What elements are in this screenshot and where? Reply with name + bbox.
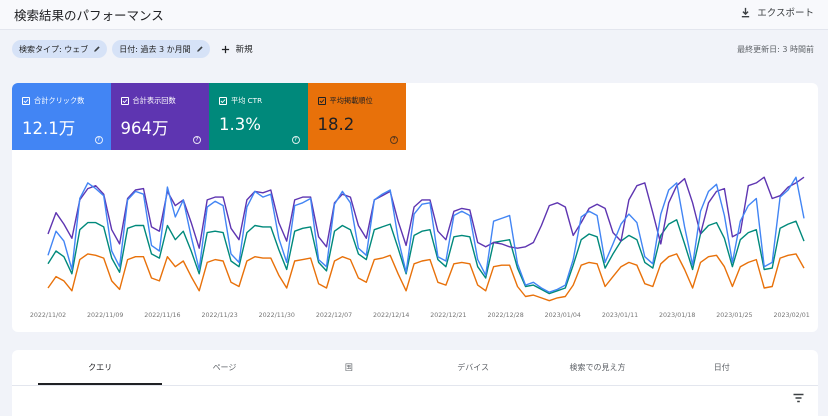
metric-impressions[interactable]: 合計表示回数 964万 ? [110, 83, 209, 150]
checkbox-icon [22, 97, 30, 105]
x-tick-label: 2022/12/07 [316, 312, 352, 319]
x-tick-label: 2023/01/11 [602, 312, 638, 319]
x-tick-label: 2022/11/09 [87, 312, 123, 319]
x-tick-label: 2023/01/04 [545, 312, 581, 319]
metric-value: 964万 [120, 119, 169, 138]
tab-countries[interactable]: 国 [287, 350, 411, 385]
checkbox-icon [219, 97, 227, 105]
tab-search-appearance[interactable]: 検索での見え方 [535, 350, 659, 385]
tab-pages[interactable]: ページ [162, 350, 286, 385]
x-tick-label: 2023/02/01 [773, 312, 809, 319]
tab-dates[interactable]: 日付 [660, 350, 784, 385]
metric-label: 合計表示回数 [132, 96, 176, 105]
checkbox-icon [120, 97, 129, 105]
x-tick-label: 2022/12/21 [430, 312, 466, 319]
metric-label: 平均 CTR [231, 96, 263, 105]
tabs-divider [12, 385, 818, 386]
filter-icon[interactable] [793, 393, 804, 403]
help-icon[interactable]: ? [390, 136, 398, 144]
x-axis-labels: 2022/11/02 2022/11/09 2022/11/16 2022/11/23… [30, 312, 810, 319]
x-tick-label: 2022/11/02 [30, 312, 66, 319]
help-icon[interactable]: ? [291, 136, 300, 144]
top-bar: 検索結果のパフォーマンス エクスポート [0, 0, 828, 30]
metric-clicks[interactable]: 合計クリック数 12.1万 ? [12, 83, 111, 150]
tab-devices[interactable]: デバイス [411, 350, 535, 385]
x-tick-label: 2022/11/30 [259, 312, 295, 319]
page-title: 検索結果のパフォーマンス [14, 8, 164, 23]
last-updated-text: 最終更新日: 3 時間前 [737, 45, 814, 54]
x-tick-label: 2022/12/14 [373, 312, 409, 319]
add-filter-button[interactable]: 新規 [221, 43, 253, 55]
metric-value: 1.3% [219, 115, 261, 134]
performance-chart-card: 2022/11/02 2022/11/09 2022/11/16 2022/11/23… [12, 83, 818, 332]
export-label: エクスポート [757, 8, 814, 19]
tab-queries[interactable]: クエリ [38, 350, 163, 385]
edit-icon [196, 46, 203, 52]
export-button[interactable]: エクスポート [740, 5, 814, 19]
x-tick-label: 2022/11/16 [144, 312, 180, 319]
metric-label: 平均掲載順位 [329, 96, 373, 105]
search-type-chip[interactable]: 検索タイプ: ウェブ [12, 40, 108, 58]
filter-bar: 検索タイプ: ウェブ 日付: 過去 3 か月間 新規 [12, 40, 253, 58]
search-type-chip-label: 検索タイプ: ウェブ [19, 44, 89, 54]
metric-value: 18.2 [317, 115, 355, 134]
x-tick-label: 2022/11/23 [201, 312, 237, 319]
metric-cards: 合計クリック数 12.1万 ? 合計表示回数 964万 ? 平均 CTR 1.3… [12, 83, 406, 150]
date-range-chip-label: 日付: 過去 3 か月間 [119, 44, 191, 54]
help-icon[interactable]: ? [94, 136, 103, 144]
dimension-tabs-card: クエリ ページ 国 デバイス 検索での見え方 日付 [12, 350, 818, 416]
add-filter-label: 新規 [235, 45, 253, 55]
metric-value: 12.1万 [22, 119, 76, 138]
checkbox-icon [317, 97, 326, 105]
help-icon[interactable]: ? [193, 136, 201, 144]
plus-icon [221, 45, 229, 53]
chart-series [47, 176, 805, 302]
x-tick-label: 2022/12/28 [487, 312, 523, 319]
metric-position[interactable]: 平均掲載順位 18.2 ? [307, 83, 406, 150]
edit-icon [94, 46, 100, 52]
metric-label: 合計クリック数 [34, 96, 85, 105]
download-icon [742, 7, 750, 17]
date-range-chip[interactable]: 日付: 過去 3 か月間 [112, 40, 210, 58]
x-tick-label: 2023/01/25 [716, 312, 752, 319]
metric-ctr[interactable]: 平均 CTR 1.3% ? [209, 83, 308, 150]
dimension-tabs: クエリ ページ 国 デバイス 検索での見え方 日付 [38, 350, 784, 385]
x-tick-label: 2023/01/18 [659, 312, 695, 319]
